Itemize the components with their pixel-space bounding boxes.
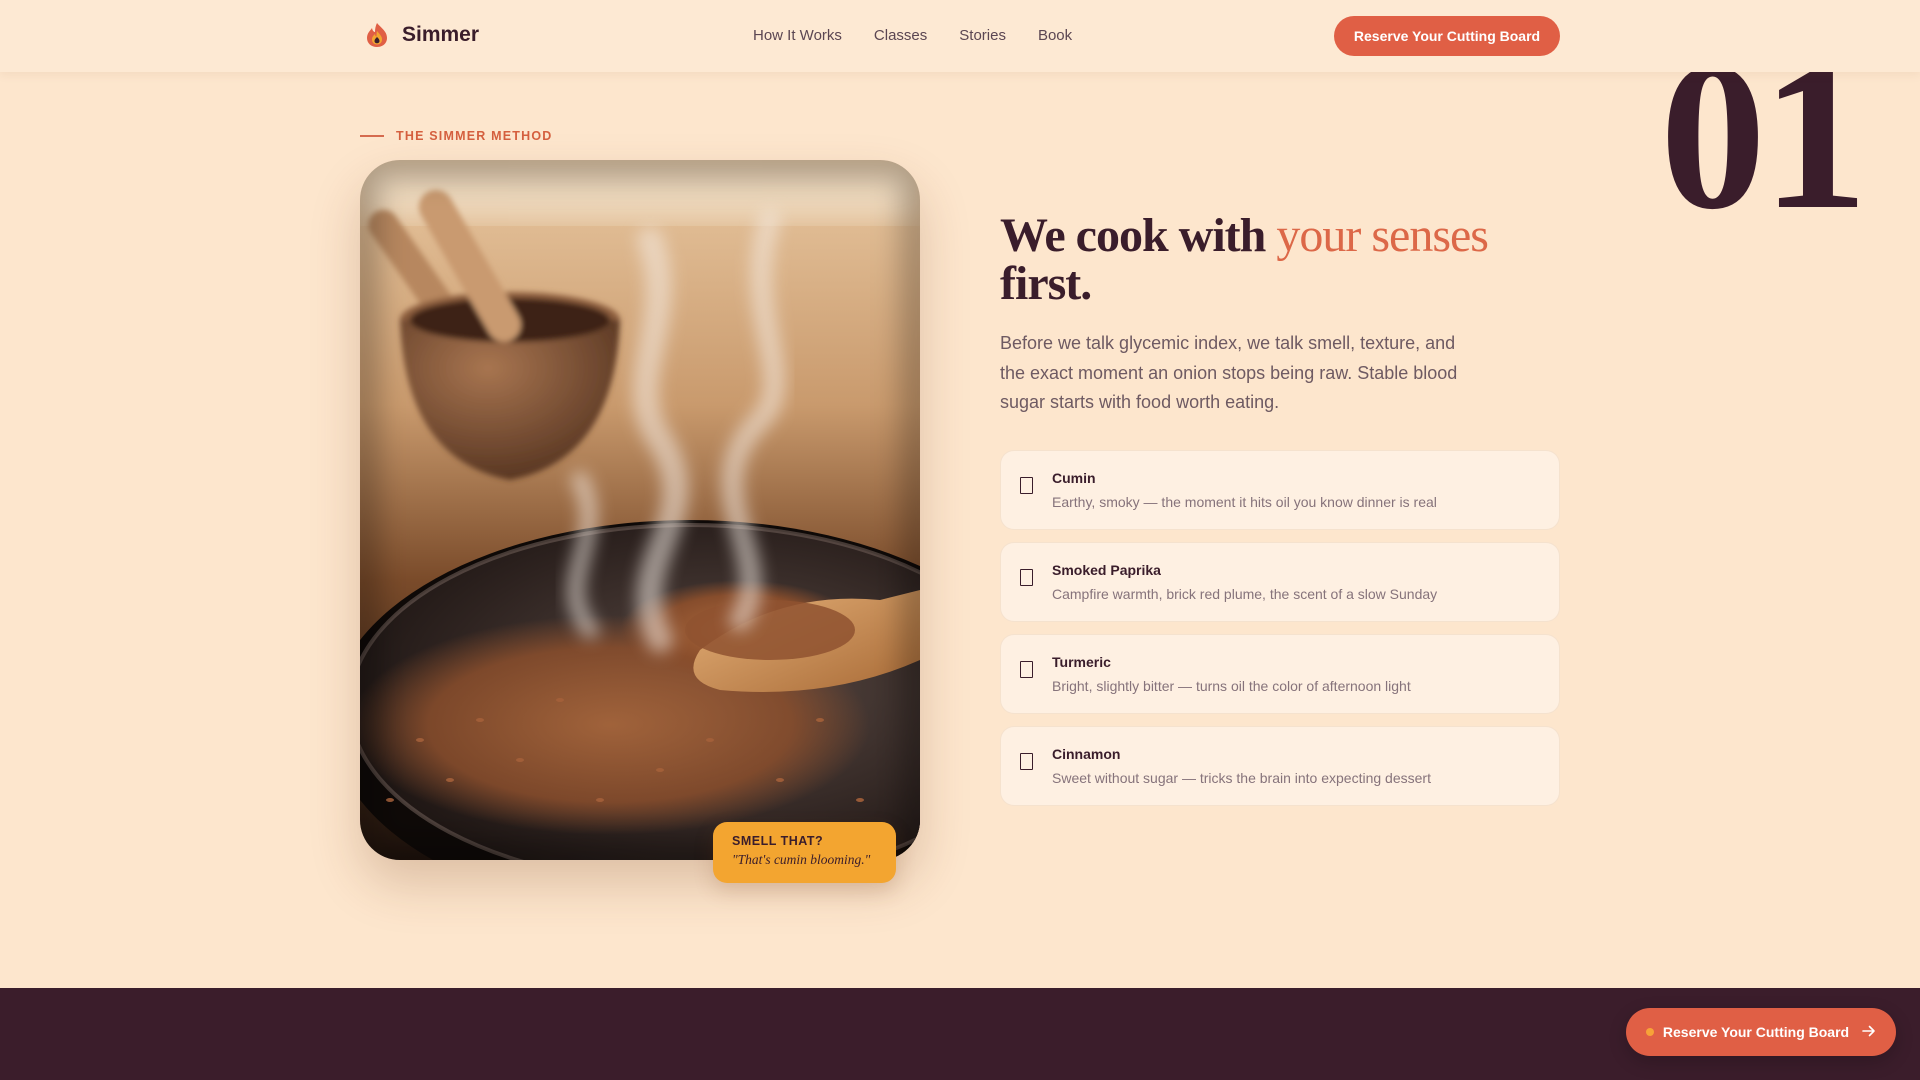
spice-item-turmeric[interactable]: Turmeric Bright, slightly bitter — turns…: [1000, 634, 1560, 714]
flame-icon: [364, 22, 390, 48]
main-nav: How It Works Classes Stories Book: [753, 27, 1072, 44]
spice-checkbox[interactable]: [1020, 569, 1033, 586]
headline-part1: We cook with: [1000, 209, 1277, 262]
site-header: Simmer How It Works Classes Stories Book…: [0, 0, 1920, 72]
floating-reserve-button[interactable]: Reserve Your Cutting Board: [1626, 1008, 1896, 1056]
badge-quote: "That's cumin blooming.": [732, 852, 871, 867]
spice-checkbox[interactable]: [1020, 477, 1033, 494]
eyebrow-text: THE SIMMER METHOD: [396, 129, 553, 143]
section-headline: We cook with your senses first.: [1000, 212, 1560, 308]
spice-desc: Sweet without sugar — tricks the brain i…: [1052, 770, 1431, 786]
spice-name: Cumin: [1052, 470, 1096, 486]
eyebrow-line: [360, 135, 384, 137]
spice-name: Turmeric: [1052, 654, 1111, 670]
spice-checkbox[interactable]: [1020, 753, 1033, 770]
reserve-cutting-board-button[interactable]: Reserve Your Cutting Board: [1334, 16, 1560, 56]
spice-desc: Campfire warmth, brick red plume, the sc…: [1052, 586, 1438, 602]
badge-label: SMELL THAT?: [732, 834, 824, 848]
spice-list: Cumin Earthy, smoky — the moment it hits…: [1000, 450, 1560, 818]
nav-stories[interactable]: Stories: [959, 27, 1006, 44]
brand-name: Simmer: [402, 23, 480, 46]
headline-accent: your senses: [1276, 209, 1489, 262]
cumin-pan-photo: [360, 160, 920, 860]
section-body: Before we talk glycemic index, we talk s…: [1000, 333, 1458, 412]
nav-book[interactable]: Book: [1038, 27, 1072, 44]
smell-that-badge: SMELL THAT? "That's cumin blooming.": [713, 822, 896, 883]
spice-desc: Earthy, smoky — the moment it hits oil y…: [1052, 494, 1437, 510]
spice-checkbox[interactable]: [1020, 661, 1033, 678]
nav-classes[interactable]: Classes: [874, 27, 927, 44]
spice-item-cumin[interactable]: Cumin Earthy, smoky — the moment it hits…: [1000, 450, 1560, 530]
floating-cta-label: Reserve Your Cutting Board: [1662, 1024, 1850, 1040]
eyebrow: THE SIMMER METHOD: [360, 129, 553, 143]
spice-name: Cinnamon: [1052, 746, 1121, 762]
spice-name: Smoked Paprika: [1052, 562, 1161, 578]
headline-part2: first.: [1000, 257, 1092, 310]
brand-logo[interactable]: Simmer: [364, 22, 479, 48]
arrow-right-icon: [1862, 1024, 1876, 1040]
spice-item-cinnamon[interactable]: Cinnamon Sweet without sugar — tricks th…: [1000, 726, 1560, 806]
status-dot-icon: [1645, 1028, 1654, 1036]
spice-item-smoked-paprika[interactable]: Smoked Paprika Campfire warmth, brick re…: [1000, 542, 1560, 622]
spice-desc: Bright, slightly bitter — turns oil the …: [1052, 678, 1411, 694]
nav-how-it-works[interactable]: How It Works: [753, 27, 842, 44]
